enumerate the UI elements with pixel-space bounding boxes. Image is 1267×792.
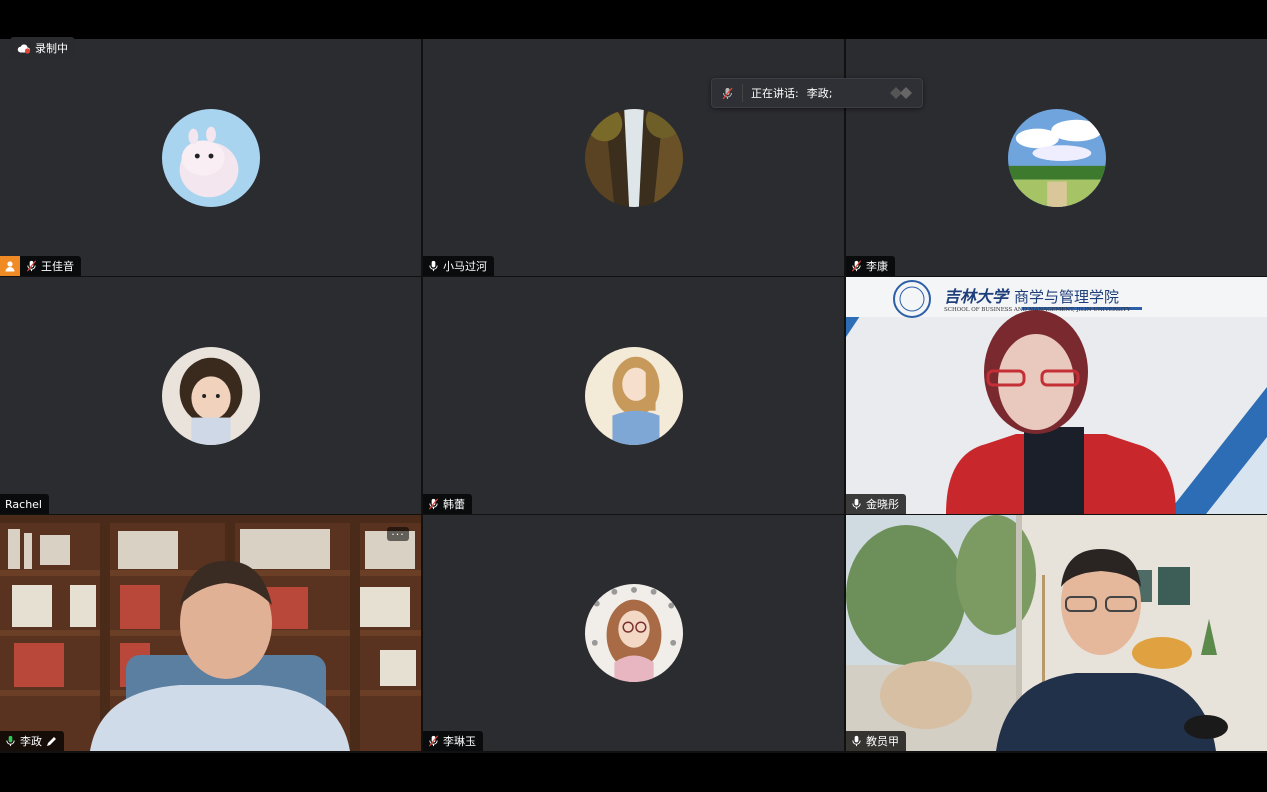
mic-icon bbox=[852, 498, 861, 510]
mic-icon bbox=[852, 735, 861, 747]
cloud-record-icon bbox=[17, 44, 31, 54]
name-tag: 李康 bbox=[846, 256, 895, 276]
pencil-icon[interactable] bbox=[46, 736, 57, 747]
mic-icon bbox=[429, 260, 438, 272]
name-tag: 韩蕾 bbox=[423, 494, 472, 514]
participant-name: 韩蕾 bbox=[443, 498, 465, 511]
recording-indicator[interactable]: 录制中 bbox=[10, 37, 75, 59]
name-tag: 李琳玉 bbox=[423, 731, 483, 751]
participant-tile[interactable]: 教员甲 bbox=[846, 515, 1267, 751]
participant-name: 金晓彤 bbox=[866, 498, 899, 511]
speaking-name: 李政; bbox=[806, 87, 833, 100]
name-tag: 小马过河 bbox=[423, 256, 494, 276]
name-tag: 金晓彤 bbox=[846, 494, 906, 514]
avatar bbox=[584, 108, 683, 207]
participant-video bbox=[0, 515, 421, 751]
muted-mic-icon bbox=[26, 260, 37, 272]
participant-name: 小马过河 bbox=[443, 260, 487, 273]
muted-mic-icon bbox=[712, 84, 743, 102]
avatar bbox=[584, 584, 683, 682]
participant-video bbox=[846, 515, 1267, 751]
muted-mic-icon bbox=[428, 735, 439, 747]
participant-name: 李政 bbox=[20, 735, 42, 748]
participant-tile[interactable]: 李康 bbox=[846, 39, 1267, 276]
jlu-banner: 吉林大学 商学与管理学院 bbox=[944, 283, 1119, 307]
participant-tile[interactable]: 吉林大学 商学与管理学院 SCHOOL OF BUSINESS AND MANA… bbox=[846, 277, 1267, 514]
jlu-english-name: SCHOOL OF BUSINESS AND MANAGEMENT, JILIN… bbox=[944, 307, 1131, 313]
participant-name: Rachel bbox=[5, 497, 42, 511]
more-options-button[interactable]: ··· bbox=[387, 527, 409, 541]
participant-tile[interactable]: 韩蕾 bbox=[423, 277, 844, 514]
participant-name: 教员甲 bbox=[866, 735, 899, 748]
participant-name: 李琳玉 bbox=[443, 735, 476, 748]
active-speaker-banner[interactable]: 正在讲话: 李政; bbox=[711, 78, 923, 108]
drag-handle-icon[interactable] bbox=[888, 85, 916, 101]
participant-name: 李康 bbox=[866, 260, 888, 273]
muted-mic-icon bbox=[428, 498, 439, 510]
speaking-label: 正在讲话: bbox=[751, 87, 799, 100]
gallery-grid: 王佳音 小马过河 李康 Rachel 韩蕾 吉林大学 商学与管理学院 SCHOO… bbox=[0, 39, 1267, 753]
jlu-school-name: 吉林大学 bbox=[944, 287, 1009, 306]
avatar bbox=[1007, 108, 1106, 207]
muted-mic-icon bbox=[851, 260, 862, 272]
participant-tile-active[interactable]: ··· 李政 bbox=[0, 515, 421, 751]
participant-tile[interactable]: Rachel bbox=[0, 277, 421, 514]
jlu-college-name: 商学与管理学院 bbox=[1014, 288, 1120, 306]
avatar bbox=[161, 108, 260, 207]
active-mic-icon bbox=[6, 735, 15, 747]
avatar bbox=[161, 346, 260, 445]
participant-tile[interactable]: 小马过河 bbox=[423, 39, 844, 276]
name-tag: 王佳音 bbox=[0, 256, 81, 276]
participant-tile[interactable]: 王佳音 bbox=[0, 39, 421, 276]
recording-label: 录制中 bbox=[35, 42, 68, 55]
name-tag: 教员甲 bbox=[846, 731, 906, 751]
avatar bbox=[584, 346, 683, 445]
participant-tile[interactable]: 李琳玉 bbox=[423, 515, 844, 751]
name-tag: 李政 bbox=[0, 731, 64, 751]
name-tag: Rachel bbox=[0, 494, 49, 514]
participant-name: 王佳音 bbox=[41, 260, 74, 273]
host-badge-icon bbox=[0, 256, 20, 276]
